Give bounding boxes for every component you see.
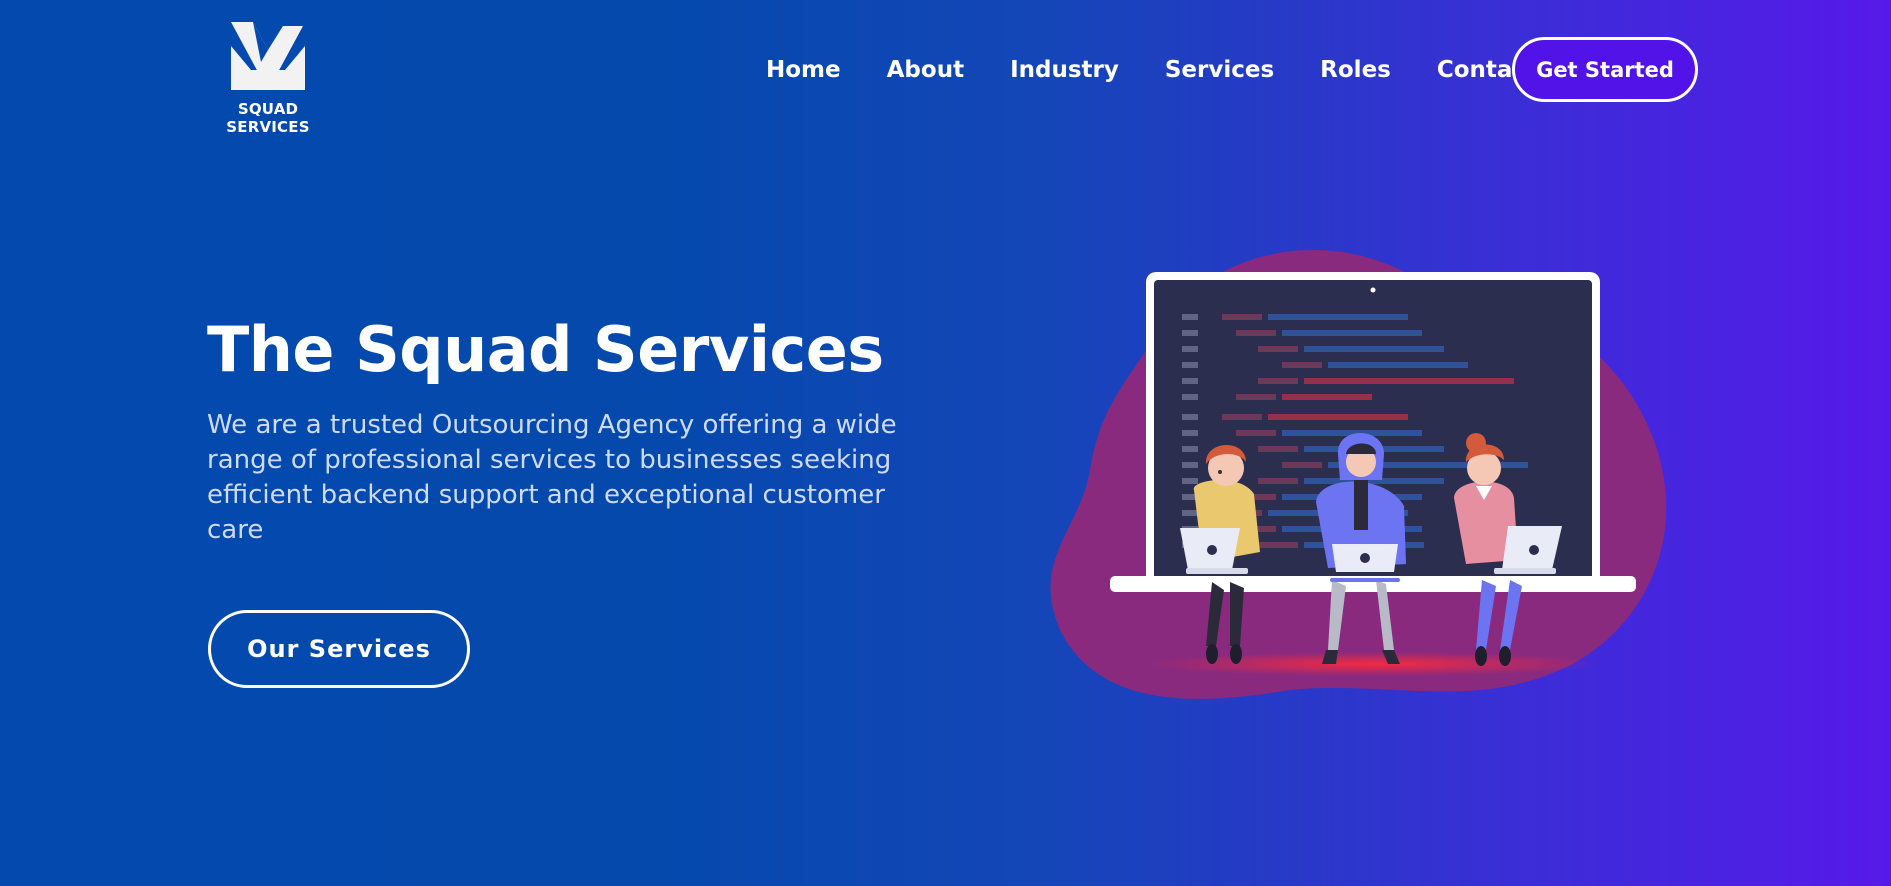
page-title: The Squad Services xyxy=(207,313,884,386)
nav-about[interactable]: About xyxy=(887,52,964,88)
team-laptops-illustration xyxy=(1050,250,1667,699)
our-services-button[interactable]: Our Services xyxy=(208,610,470,688)
nav-home[interactable]: Home xyxy=(766,52,841,88)
hero-description: We are a trusted Outsourcing Agency offe… xyxy=(207,410,897,545)
main-nav: Home About Industry Services Roles Conta… xyxy=(766,52,1583,88)
logo-text: SQUAD SERVICES xyxy=(226,100,310,136)
get-started-button[interactable]: Get Started xyxy=(1512,37,1698,102)
nav-roles[interactable]: Roles xyxy=(1320,52,1391,88)
logo-mark-icon xyxy=(231,22,305,90)
nav-industry[interactable]: Industry xyxy=(1010,52,1119,88)
nav-services[interactable]: Services xyxy=(1165,52,1274,88)
site-logo[interactable]: SQUAD SERVICES xyxy=(195,22,341,136)
